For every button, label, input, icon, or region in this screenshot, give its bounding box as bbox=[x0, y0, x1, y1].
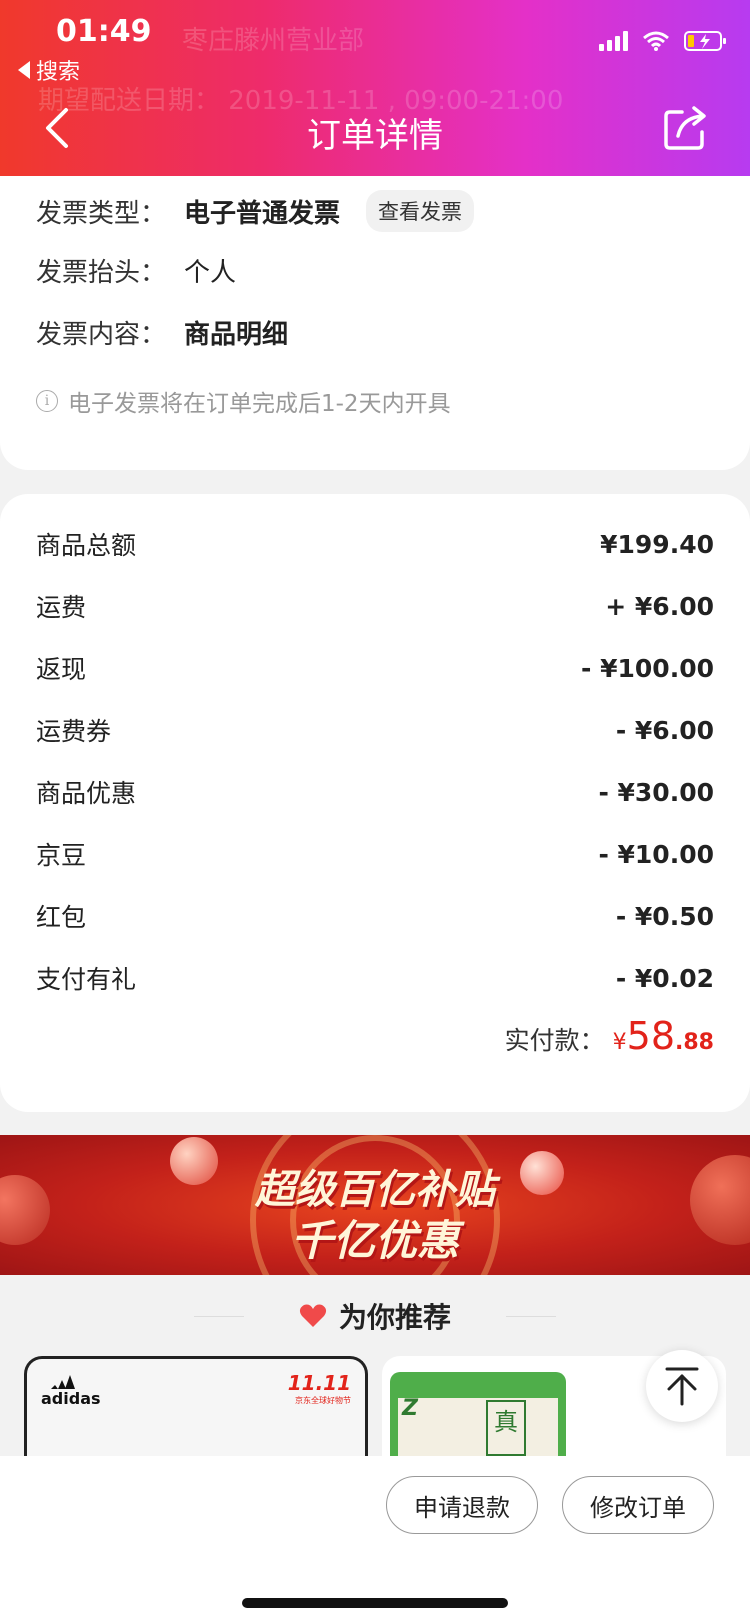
paid-currency: ¥ bbox=[612, 1030, 627, 1055]
back-to-top-button[interactable] bbox=[646, 1350, 718, 1422]
signal-icon bbox=[599, 31, 628, 51]
amount-row: 返现 - ¥100.00 bbox=[36, 650, 714, 686]
amount-label: 红包 bbox=[36, 903, 87, 932]
invoice-title-row: 发票抬头： 个人 bbox=[36, 252, 236, 289]
wifi-icon bbox=[643, 31, 669, 51]
paid-integer: 58 bbox=[626, 1014, 676, 1058]
product-card[interactable]: adidas 11.11 京东全球好物节 bbox=[24, 1356, 368, 1456]
amount-row: 运费 + ¥6.00 bbox=[36, 588, 714, 624]
view-invoice-button[interactable]: 查看发票 bbox=[366, 190, 475, 232]
request-refund-button[interactable]: 申请退款 bbox=[386, 1476, 538, 1534]
pack-logo: Z bbox=[402, 1396, 418, 1421]
invoice-type-row: 发票类型： 电子普通发票 查看发票 bbox=[36, 190, 475, 232]
status-time: 01:49 bbox=[56, 14, 152, 49]
amount-value: - ¥100.00 bbox=[581, 653, 714, 683]
arrow-up-icon bbox=[665, 1367, 699, 1406]
amount-value: - ¥0.50 bbox=[615, 901, 714, 931]
amount-label: 返现 bbox=[36, 655, 87, 684]
recommend-title: 为你推荐 bbox=[0, 1296, 750, 1336]
product-brand: adidas bbox=[41, 1389, 101, 1408]
amount-value: - ¥0.02 bbox=[615, 963, 714, 993]
paid-label: 实付款： bbox=[504, 1026, 605, 1055]
amount-row: 京豆 - ¥10.00 bbox=[36, 836, 714, 872]
amount-label: 商品总额 bbox=[36, 531, 137, 560]
home-indicator bbox=[242, 1598, 508, 1608]
invoice-note: i 电子发票将在订单完成后1-2天内开具 bbox=[36, 384, 451, 418]
invoice-title-label: 发票抬头： bbox=[36, 258, 167, 288]
amount-value: - ¥6.00 bbox=[615, 715, 714, 745]
paid-decimal: .88 bbox=[675, 1030, 714, 1055]
invoice-content-label: 发票内容： bbox=[36, 320, 167, 350]
invoice-title-value: 个人 bbox=[184, 258, 237, 288]
share-icon[interactable] bbox=[662, 104, 710, 152]
product-badge-number: 11.11 bbox=[287, 1371, 351, 1395]
status-icons bbox=[599, 30, 728, 52]
amount-value: + ¥6.00 bbox=[605, 591, 714, 621]
modify-order-button[interactable]: 修改订单 bbox=[562, 1476, 714, 1534]
amount-label: 运费券 bbox=[36, 717, 112, 746]
bottom-action-bar: 申请退款 修改订单 bbox=[0, 1456, 750, 1624]
amount-label: 运费 bbox=[36, 593, 87, 622]
amount-row: 商品优惠 - ¥30.00 bbox=[36, 774, 714, 810]
ghost-store-name: 枣庄滕州营业部 bbox=[182, 26, 365, 56]
amount-label: 商品优惠 bbox=[36, 779, 137, 808]
invoice-type-value: 电子普通发票 bbox=[184, 198, 341, 229]
promo-banner[interactable]: 超级百亿补贴 千亿优惠 bbox=[0, 1135, 750, 1275]
amount-row: 运费券 - ¥6.00 bbox=[36, 712, 714, 748]
amount-value: - ¥10.00 bbox=[598, 839, 714, 869]
product-badge-text: 京东全球好物节 bbox=[295, 1396, 351, 1405]
banner-subheadline: 千亿优惠 bbox=[290, 1216, 459, 1265]
back-triangle-icon bbox=[18, 61, 30, 79]
recommend-title-text: 为你推荐 bbox=[338, 1301, 451, 1334]
amount-row: 红包 - ¥0.50 bbox=[36, 898, 714, 934]
amount-value: - ¥30.00 bbox=[598, 777, 714, 807]
amount-card: 商品总额 ¥199.40 运费 + ¥6.00 返现 - ¥100.00 运费券… bbox=[0, 494, 750, 1112]
invoice-content-value: 商品明细 bbox=[184, 320, 289, 350]
header: 枣庄滕州营业部 期望配送日期： 2019-11-11 , 09:00-21:00… bbox=[0, 0, 750, 176]
back-app-label: 搜索 bbox=[36, 60, 81, 85]
amount-label: 京豆 bbox=[36, 841, 87, 870]
invoice-card: 发票类型： 电子普通发票 查看发票 发票抬头： 个人 发票内容： 商品明细 i … bbox=[0, 176, 750, 470]
page-title: 订单详情 bbox=[307, 116, 443, 156]
battery-icon bbox=[684, 31, 726, 51]
invoice-content-row: 发票内容： 商品明细 bbox=[36, 314, 288, 351]
invoice-type-label: 发票类型： bbox=[36, 198, 167, 229]
back-to-app-button[interactable]: 搜索 bbox=[18, 54, 80, 86]
invoice-note-text: 电子发票将在订单完成后1-2天内开具 bbox=[68, 391, 451, 417]
amount-row: 商品总额 ¥199.40 bbox=[36, 526, 714, 562]
adidas-logo-icon bbox=[51, 1375, 75, 1389]
product-badge: 11.11 京东全球好物节 bbox=[288, 1371, 351, 1406]
info-icon: i bbox=[36, 390, 58, 412]
paid-total: 实付款： ¥ 58 .88 bbox=[505, 1014, 714, 1058]
amount-label: 支付有礼 bbox=[36, 965, 137, 994]
heart-icon bbox=[299, 1304, 327, 1327]
product-image: Z 真 bbox=[390, 1372, 566, 1456]
amount-value: ¥199.40 bbox=[600, 529, 714, 559]
pack-label: 真 bbox=[486, 1400, 526, 1456]
amount-row: 支付有礼 - ¥0.02 bbox=[36, 960, 714, 996]
